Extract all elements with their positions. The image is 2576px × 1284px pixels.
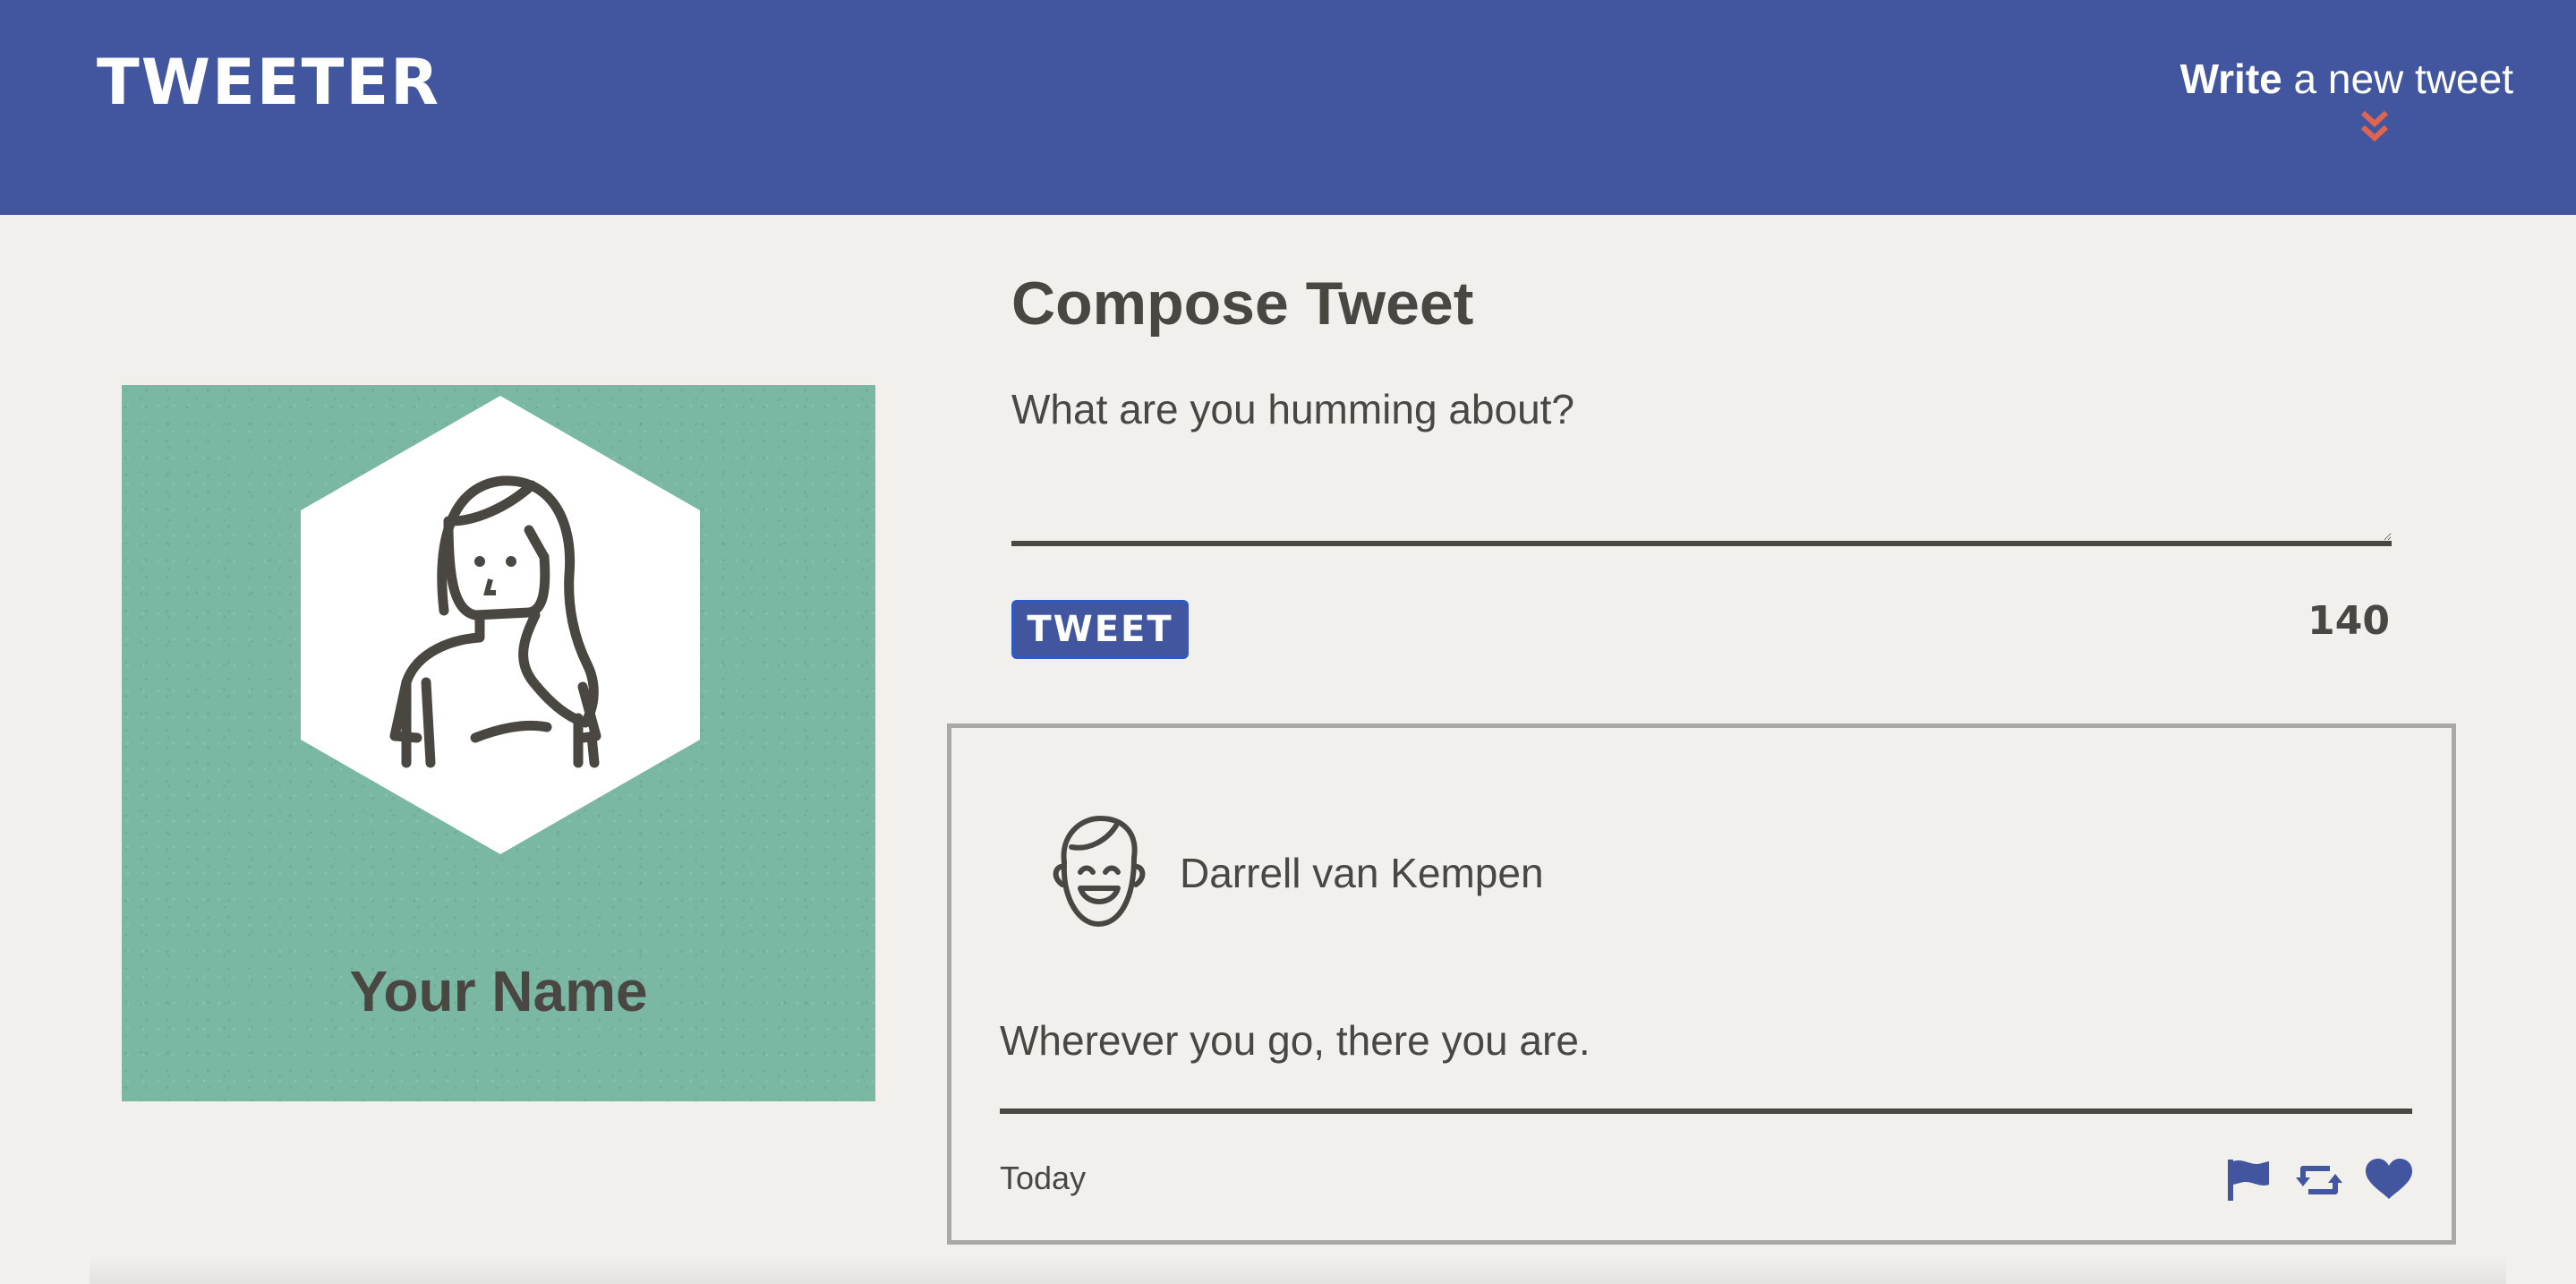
character-counter: 140 <box>2307 598 2390 644</box>
profile-card: Your Name <box>122 385 875 1101</box>
heart-icon[interactable] <box>2364 1158 2414 1203</box>
write-rest-text: a new tweet <box>2282 56 2514 102</box>
retweet-icon[interactable] <box>2294 1158 2344 1203</box>
tweet-card: Darrell van Kempen Wherever you go, ther… <box>947 723 2456 1245</box>
write-new-tweet-link[interactable]: Write a new tweet <box>2180 52 2513 106</box>
top-nav: TWEETER Write a new tweet <box>0 0 2576 215</box>
write-bold-text: Write <box>2179 56 2282 102</box>
profile-name: Your Name <box>349 959 648 1023</box>
compose-title: Compose Tweet <box>1011 270 1474 338</box>
tweet-author-name: Darrell van Kempen <box>1180 850 1544 896</box>
tweet-divider <box>1000 1109 2412 1114</box>
double-chevron-down-icon[interactable] <box>2359 109 2390 145</box>
tweet-button[interactable]: TWEET <box>1011 600 1189 659</box>
woman-avatar-icon <box>301 396 700 854</box>
tweet-timestamp: Today <box>1000 1160 1087 1196</box>
tweet-textarea[interactable] <box>1011 385 2392 546</box>
flag-icon[interactable] <box>2224 1158 2274 1203</box>
footer-shadow <box>90 1257 2506 1284</box>
brand-logo[interactable]: TWEETER <box>97 47 440 118</box>
tweet-content: Wherever you go, there you are. <box>1000 1017 1591 1064</box>
smiling-man-avatar-icon <box>1053 816 1146 927</box>
